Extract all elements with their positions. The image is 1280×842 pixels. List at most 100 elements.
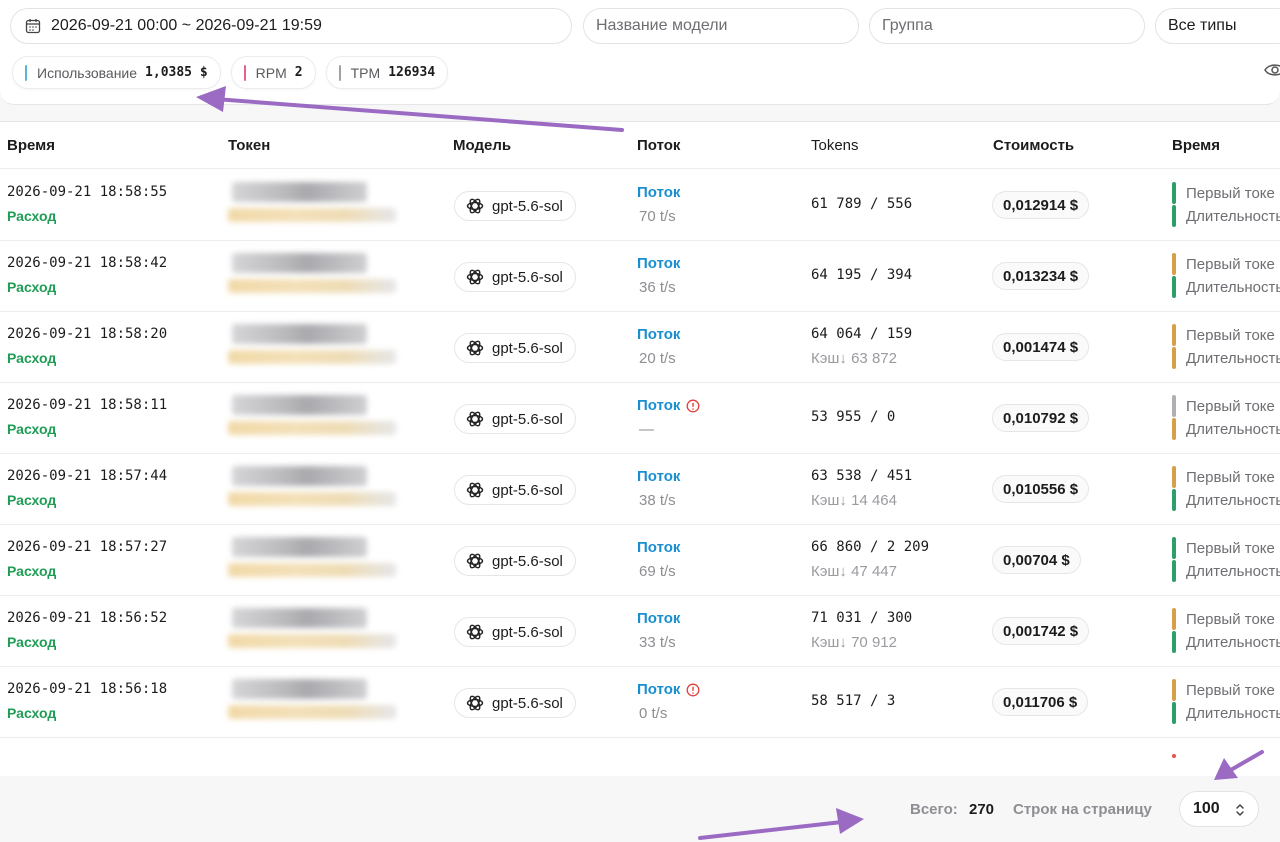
- stat-usage-marker: [25, 64, 27, 81]
- model-badge[interactable]: gpt-5.6-sol: [454, 617, 576, 647]
- stream-text: Поток: [637, 539, 681, 556]
- openai-icon: [466, 624, 484, 640]
- chevron-up-down-icon: [1236, 804, 1244, 816]
- table-row[interactable]: 2026-09-21 18:56:52 Расход gpt-5.6-sol Пото…: [0, 596, 1280, 667]
- token-redacted: [222, 606, 398, 658]
- timing-duration-label: Длительность: [1186, 634, 1280, 651]
- stream-speed: 36 t/s: [639, 279, 676, 296]
- cost-badge: 0,001742 $: [992, 617, 1090, 645]
- timing-first-token-label: Первый токе: [1186, 540, 1275, 557]
- col-time[interactable]: Время: [7, 137, 55, 154]
- stream-text: Поток: [637, 326, 681, 343]
- model-badge[interactable]: gpt-5.6-sol: [454, 262, 576, 292]
- token-count: 53 955 / 0: [811, 409, 896, 425]
- col-token[interactable]: Токен: [228, 137, 270, 154]
- total-value: 270: [969, 801, 995, 818]
- timing-first-token-label: Первый токе: [1186, 256, 1275, 273]
- row-type: Расход: [7, 492, 57, 508]
- token-count: 66 860 / 2 209: [811, 539, 930, 555]
- model-name: gpt-5.6-sol: [492, 339, 563, 357]
- timing-bar-partial: [1172, 754, 1176, 758]
- group-input[interactable]: Группа: [869, 8, 1145, 44]
- stream-text: Поток: [637, 255, 681, 272]
- timing-bar-duration: [1172, 347, 1176, 369]
- model-name: gpt-5.6-sol: [492, 197, 563, 215]
- warning-icon: [686, 399, 700, 412]
- timing-first-token-label: Первый токе: [1186, 611, 1275, 628]
- table-row[interactable]: 2026-09-21 18:58:55 Расход gpt-5.6-sol Пото…: [0, 170, 1280, 241]
- eye-icon[interactable]: [1264, 62, 1280, 78]
- stream-speed: 70 t/s: [639, 208, 676, 225]
- date-range-value: 2026-09-21 00:00 ~ 2026-09-21 19:59: [51, 17, 322, 34]
- row-type: Расход: [7, 279, 57, 295]
- timing-bar-duration: [1172, 418, 1176, 440]
- stats-bar: Использование 1,0385 $ RPM 2 TPM 126934: [12, 56, 449, 89]
- group-placeholder: Группа: [882, 17, 933, 34]
- stream-text: Поток: [637, 468, 681, 485]
- col-model[interactable]: Модель: [453, 137, 511, 154]
- pagination-bar: Всего: 270 Строк на страницу 100: [0, 777, 1280, 842]
- stream-speed: 20 t/s: [639, 350, 676, 367]
- stream-speed: 33 t/s: [639, 634, 676, 651]
- timing-bar-first-token: [1172, 395, 1176, 417]
- col-timing[interactable]: Время: [1172, 137, 1220, 154]
- model-badge[interactable]: gpt-5.6-sol: [454, 688, 576, 718]
- token-count: 58 517 / 3: [811, 693, 896, 709]
- model-badge[interactable]: gpt-5.6-sol: [454, 404, 576, 434]
- stream-label: Поток: [637, 468, 680, 485]
- table-row[interactable]: 2026-09-21 18:58:11 Расход gpt-5.6-sol Пото…: [0, 383, 1280, 454]
- openai-icon: [466, 269, 484, 285]
- rows-per-page-value: 100: [1193, 800, 1220, 817]
- cache-count: Кэш↓ 70 912: [811, 634, 897, 651]
- stream-speed: 69 t/s: [639, 563, 676, 580]
- rows-per-page-select[interactable]: 100: [1179, 791, 1259, 827]
- timing-duration-label: Длительность: [1186, 705, 1280, 722]
- model-name-input[interactable]: Название модели: [583, 8, 859, 44]
- stat-usage-label: Использование: [37, 64, 138, 81]
- token-redacted: [222, 180, 398, 232]
- model-badge[interactable]: gpt-5.6-sol: [454, 475, 576, 505]
- timing-bar-first-token: [1172, 679, 1176, 701]
- rows-per-page-label: Строк на страницу: [1013, 801, 1152, 818]
- row-type: Расход: [7, 350, 57, 366]
- model-badge[interactable]: gpt-5.6-sol: [454, 191, 576, 221]
- model-name: gpt-5.6-sol: [492, 410, 563, 428]
- model-name: gpt-5.6-sol: [492, 481, 563, 499]
- timing-duration-label: Длительность: [1186, 208, 1280, 225]
- row-time: 2026-09-21 18:58:42: [7, 255, 168, 271]
- row-type: Расход: [7, 563, 57, 579]
- token-count: 64 064 / 159: [811, 326, 913, 342]
- timing-duration-label: Длительность: [1186, 492, 1280, 509]
- model-badge[interactable]: gpt-5.6-sol: [454, 333, 576, 363]
- stream-label: Поток: [637, 681, 700, 698]
- timing-first-token-label: Первый токе: [1186, 327, 1275, 344]
- stat-rpm: RPM 2: [230, 56, 316, 89]
- table-row-partial: [0, 741, 1280, 776]
- token-redacted: [222, 677, 398, 729]
- stream-text: Поток: [637, 397, 681, 414]
- row-type: Расход: [7, 634, 57, 650]
- table-header: Время Токен Модель Поток Tokens Стоимост…: [0, 122, 1280, 169]
- openai-icon: [466, 411, 484, 427]
- date-range-picker[interactable]: 2026-09-21 00:00 ~ 2026-09-21 19:59: [10, 8, 572, 44]
- timing-bar-duration: [1172, 205, 1176, 227]
- table-row[interactable]: 2026-09-21 18:57:27 Расход gpt-5.6-sol Пото…: [0, 525, 1280, 596]
- logs-table: Время Токен Модель Поток Tokens Стоимост…: [0, 121, 1280, 776]
- table-row[interactable]: 2026-09-21 18:57:44 Расход gpt-5.6-sol Пото…: [0, 454, 1280, 525]
- row-time: 2026-09-21 18:56:52: [7, 610, 168, 626]
- col-tokens[interactable]: Tokens: [811, 137, 859, 154]
- warning-icon: [686, 683, 700, 696]
- openai-icon: [466, 482, 484, 498]
- openai-icon: [466, 695, 484, 711]
- model-name: gpt-5.6-sol: [492, 268, 563, 286]
- table-row[interactable]: 2026-09-21 18:56:18 Расход gpt-5.6-sol Пото…: [0, 667, 1280, 738]
- model-badge[interactable]: gpt-5.6-sol: [454, 546, 576, 576]
- stream-text: Поток: [637, 184, 681, 201]
- table-row[interactable]: 2026-09-21 18:58:42 Расход gpt-5.6-sol Пото…: [0, 241, 1280, 312]
- cost-badge: 0,010792 $: [992, 404, 1090, 432]
- col-stream[interactable]: Поток: [637, 137, 680, 154]
- token-count: 64 195 / 394: [811, 267, 913, 283]
- col-cost[interactable]: Стоимость: [993, 137, 1074, 154]
- table-row[interactable]: 2026-09-21 18:58:20 Расход gpt-5.6-sol Пото…: [0, 312, 1280, 383]
- type-select[interactable]: Все типы: [1155, 8, 1280, 44]
